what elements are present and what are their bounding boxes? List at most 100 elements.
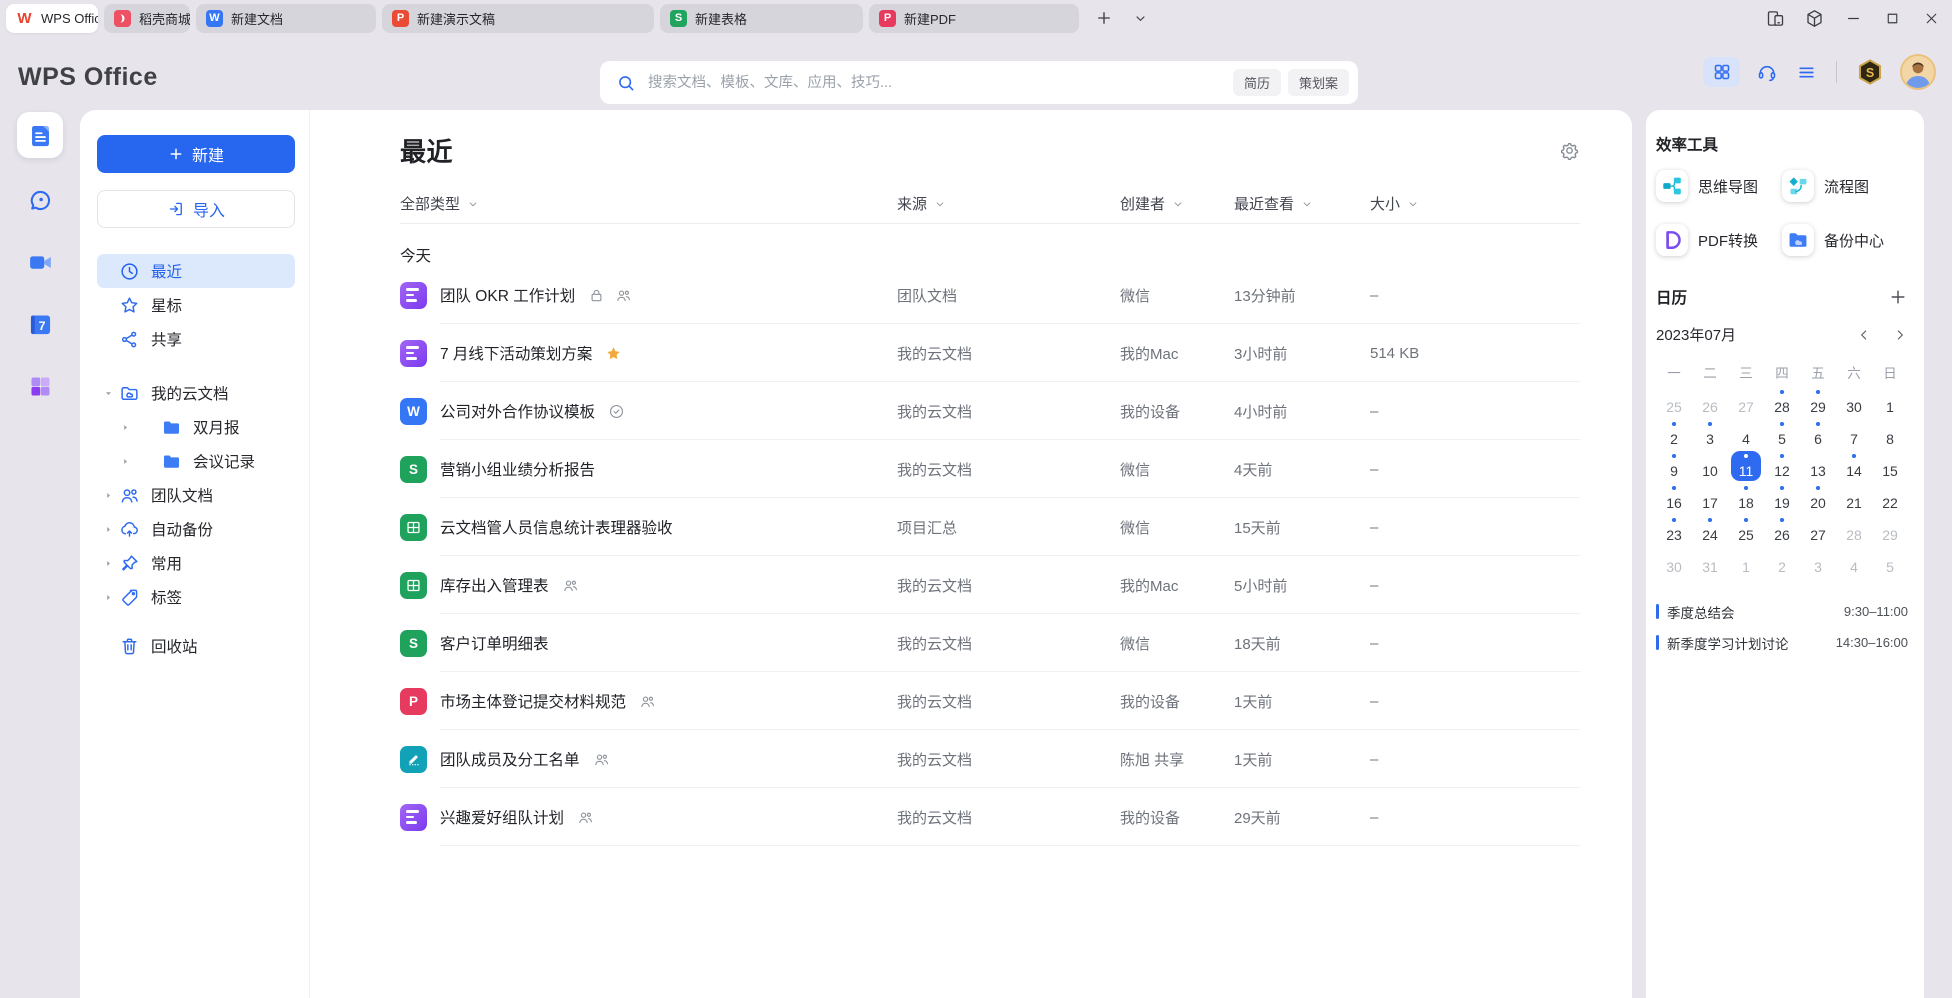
prev-month-button[interactable]: [1856, 327, 1872, 343]
calendar-day[interactable]: 18: [1728, 482, 1764, 514]
sidebar-item-9[interactable]: 常用: [97, 546, 295, 580]
calendar-day[interactable]: 22: [1872, 482, 1908, 514]
calendar-day[interactable]: 16: [1656, 482, 1692, 514]
minimize-button[interactable]: [1842, 7, 1864, 29]
next-month-button[interactable]: [1892, 327, 1908, 343]
import-button[interactable]: 导入: [97, 190, 295, 228]
sidebar-item-4[interactable]: 我的云文档: [97, 376, 295, 410]
sidebar-item-1[interactable]: 最近: [97, 254, 295, 288]
calendar-day[interactable]: 10: [1692, 450, 1728, 482]
calendar-day[interactable]: 5: [1764, 418, 1800, 450]
calendar-day[interactable]: 1: [1728, 546, 1764, 578]
calendar-day[interactable]: 2: [1764, 546, 1800, 578]
calendar-day[interactable]: 8: [1872, 418, 1908, 450]
svip-badge[interactable]: S: [1855, 57, 1885, 87]
app-tab-2[interactable]: 稻壳商城: [104, 4, 190, 33]
calendar-day[interactable]: 23: [1656, 514, 1692, 546]
calendar-day[interactable]: 7: [1836, 418, 1872, 450]
calendar-day[interactable]: 2: [1656, 418, 1692, 450]
table-row[interactable]: S营销小组业绩分析报告我的云文档微信4天前–: [400, 440, 1580, 498]
calendar-day[interactable]: 17: [1692, 482, 1728, 514]
table-row[interactable]: W公司对外合作协议模板我的云文档我的设备4小时前–: [400, 382, 1580, 440]
calendar-day[interactable]: 25: [1656, 386, 1692, 418]
table-row[interactable]: 7 月线下活动策划方案我的云文档我的Mac3小时前514 KB: [400, 324, 1580, 382]
calendar-day[interactable]: 15: [1872, 450, 1908, 482]
calendar-day[interactable]: 27: [1800, 514, 1836, 546]
calendar-day[interactable]: 31: [1692, 546, 1728, 578]
rail-app-calendar7[interactable]: 7: [26, 310, 54, 338]
table-row[interactable]: 团队 OKR 工作计划团队文档微信13分钟前–: [400, 266, 1580, 324]
calendar-day[interactable]: 19: [1764, 482, 1800, 514]
calendar-day[interactable]: 28: [1764, 386, 1800, 418]
new-document-button[interactable]: 新建: [97, 135, 295, 173]
calendar-day[interactable]: 26: [1764, 514, 1800, 546]
app-tab-4[interactable]: P新建演示文稿: [382, 4, 654, 33]
add-event-button[interactable]: [1888, 287, 1908, 307]
user-avatar[interactable]: [1900, 54, 1936, 90]
filter-5[interactable]: 大小: [1370, 193, 1580, 214]
list-settings-gear-icon[interactable]: [1559, 140, 1580, 161]
calendar-day[interactable]: 4: [1836, 546, 1872, 578]
new-tab-button[interactable]: [1093, 7, 1115, 29]
calendar-day[interactable]: 20: [1800, 482, 1836, 514]
devices-button[interactable]: [1764, 7, 1786, 29]
calendar-event[interactable]: 新季度学习计划讨论14:30–16:00: [1656, 627, 1908, 658]
calendar-day[interactable]: 30: [1656, 546, 1692, 578]
main-menu-button[interactable]: [1794, 60, 1818, 84]
rail-app-chat[interactable]: [26, 186, 54, 214]
calendar-day[interactable]: 30: [1836, 386, 1872, 418]
calendar-day[interactable]: 25: [1728, 514, 1764, 546]
close-button[interactable]: [1920, 7, 1942, 29]
calendar-day[interactable]: 12: [1764, 450, 1800, 482]
tab-list-button[interactable]: [1129, 7, 1151, 29]
sidebar-item-11[interactable]: 回收站: [97, 629, 295, 663]
calendar-day[interactable]: 6: [1800, 418, 1836, 450]
calendar-day[interactable]: 28: [1836, 514, 1872, 546]
table-row[interactable]: S客户订单明细表我的云文档微信18天前–: [400, 614, 1580, 672]
sidebar-item-10[interactable]: 标签: [97, 580, 295, 614]
table-row[interactable]: 云文档管人员信息统计表理器验收项目汇总微信15天前–: [400, 498, 1580, 556]
apps-grid-button[interactable]: [1703, 57, 1740, 87]
tool-flowchart[interactable]: 流程图: [1782, 170, 1908, 202]
calendar-event[interactable]: 季度总结会9:30–11:00: [1656, 596, 1908, 627]
calendar-day[interactable]: 27: [1728, 386, 1764, 418]
calendar-day[interactable]: 29: [1800, 386, 1836, 418]
cube-button[interactable]: [1803, 7, 1825, 29]
calendar-day[interactable]: 21: [1836, 482, 1872, 514]
filter-3[interactable]: 创建者: [1120, 193, 1234, 214]
tool-backup-center[interactable]: 备份中心: [1782, 224, 1908, 256]
sidebar-item-3[interactable]: 共享: [97, 322, 295, 356]
calendar-day[interactable]: 26: [1692, 386, 1728, 418]
tool-mindmap[interactable]: 思维导图: [1656, 170, 1782, 202]
sidebar-item-5[interactable]: 双月报: [97, 410, 295, 444]
sidebar-item-8[interactable]: 自动备份: [97, 512, 295, 546]
calendar-day[interactable]: 5: [1872, 546, 1908, 578]
calendar-day[interactable]: 3: [1800, 546, 1836, 578]
filter-4[interactable]: 最近查看: [1234, 193, 1370, 214]
calendar-day[interactable]: 13: [1800, 450, 1836, 482]
maximize-button[interactable]: [1881, 7, 1903, 29]
sidebar-item-2[interactable]: 星标: [97, 288, 295, 322]
app-tab-5[interactable]: S新建表格: [660, 4, 863, 33]
table-row[interactable]: 兴趣爱好组队计划我的云文档我的设备29天前–: [400, 788, 1580, 846]
search-input[interactable]: [646, 74, 1226, 92]
app-tab-6[interactable]: P新建PDF: [869, 4, 1079, 33]
app-tab-3[interactable]: W新建文档: [196, 4, 376, 33]
tool-pdf-convert[interactable]: PDF转换: [1656, 224, 1782, 256]
sidebar-item-7[interactable]: 团队文档: [97, 478, 295, 512]
rail-app-docs[interactable]: [17, 112, 63, 158]
search-tag-1[interactable]: 简历: [1233, 69, 1281, 96]
app-tab-1[interactable]: WWPS Office: [6, 4, 98, 33]
calendar-day[interactable]: 14: [1836, 450, 1872, 482]
calendar-day[interactable]: 3: [1692, 418, 1728, 450]
calendar-day[interactable]: 9: [1656, 450, 1692, 482]
calendar-day[interactable]: 4: [1728, 418, 1764, 450]
sidebar-item-6[interactable]: 会议记录: [97, 444, 295, 478]
filter-1[interactable]: 全部类型: [400, 193, 897, 214]
rail-app-meeting[interactable]: [26, 248, 54, 276]
rail-app-workspace[interactable]: [26, 372, 54, 400]
calendar-day[interactable]: 29: [1872, 514, 1908, 546]
global-search-bar[interactable]: 简历策划案: [600, 61, 1358, 104]
calendar-day-selected[interactable]: 11: [1728, 450, 1764, 482]
calendar-day[interactable]: 24: [1692, 514, 1728, 546]
